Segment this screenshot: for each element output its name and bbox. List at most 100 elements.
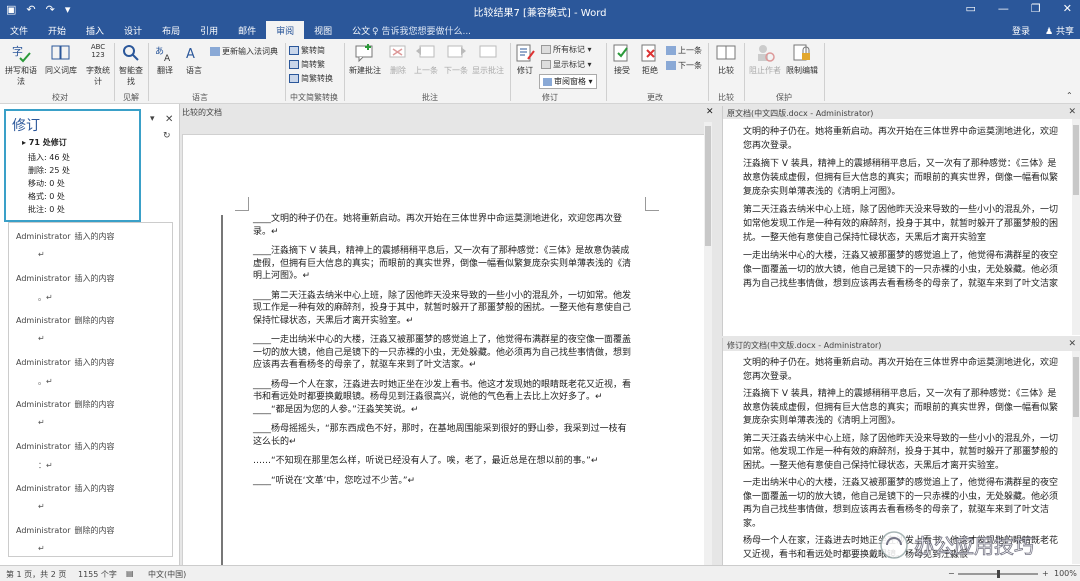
group-protect: 保护 bbox=[776, 93, 792, 102]
tab-3[interactable]: 设计 bbox=[114, 21, 152, 39]
svg-text:办公应用技巧: 办公应用技巧 bbox=[914, 534, 1034, 558]
svg-text:A: A bbox=[186, 47, 195, 62]
close-original-icon[interactable]: ✕ bbox=[1068, 107, 1076, 117]
ribbon-display-options-icon[interactable]: ▭ bbox=[966, 2, 976, 15]
delete-comment-button[interactable]: 删除 bbox=[386, 43, 410, 76]
revision-item[interactable]: Administrator 删除的内容 ↵ bbox=[9, 517, 172, 559]
scroll-thumb[interactable] bbox=[1073, 357, 1079, 417]
simp-trad-convert-button[interactable]: 简繁转换 bbox=[289, 73, 333, 84]
scroll-thumb[interactable] bbox=[1073, 125, 1079, 195]
tab-1[interactable]: 开始 bbox=[38, 21, 76, 39]
original-doc-text[interactable]: 文明的种子仍在。她将重新启动。再次开始在三体世界中命运莫测地进化，欢迎您再次登录… bbox=[743, 125, 1061, 295]
share-button[interactable]: ♟ 共享 bbox=[1045, 24, 1074, 37]
revision-item[interactable]: Administrator 删除的内容 ↵ bbox=[9, 307, 172, 349]
minimize-icon[interactable]: — bbox=[998, 2, 1009, 15]
block-authors-button[interactable]: 阻止作者 bbox=[748, 43, 782, 76]
paragraph: 第二天汪淼去纳米中心上班，除了因他昨天没来导致的一些小小的混乱外，一切如常。他发… bbox=[743, 433, 1059, 471]
revision-item[interactable]: Administrator 删除的内容 ↵ bbox=[9, 391, 172, 433]
revisions-pane: 修订 ▸ 71 处修订 插入: 46 处 删除: 25 处 移动: 0 处 格式… bbox=[0, 104, 180, 565]
scroll-thumb[interactable] bbox=[705, 126, 711, 246]
tab-0[interactable]: 文件 bbox=[0, 21, 38, 39]
revision-content: ↵ bbox=[38, 418, 45, 427]
group-language: 语言 bbox=[192, 93, 208, 102]
revision-item[interactable]: Administrator 插入的内容 。↵ bbox=[9, 265, 172, 307]
show-comments-button[interactable]: 显示批注 bbox=[470, 43, 506, 76]
tab-8[interactable]: 视图 bbox=[304, 21, 342, 39]
tab-4[interactable]: 布局 bbox=[152, 21, 190, 39]
ribbon-review: 字 拼写和语法 同义词库 ABC 123 字数统计 校对 智能查找 见解 あA … bbox=[0, 39, 1080, 104]
language-button[interactable]: A 语言 bbox=[182, 43, 206, 76]
update-ime-dictionary[interactable]: 更新输入法词典 bbox=[210, 46, 278, 57]
revision-author: Administrator bbox=[16, 316, 71, 325]
revised-doc-header: 修订的文档(中文版.docx - Administrator) ✕ bbox=[723, 338, 1080, 351]
tab-2[interactable]: 插入 bbox=[76, 21, 114, 39]
revisions-list: Administrator 插入的内容 ↵ Administrator 插入的内容 。↵ A… bbox=[8, 222, 173, 557]
display-for-review-dropdown[interactable]: 所有标记 ▾ bbox=[541, 44, 592, 55]
previous-comment-icon bbox=[416, 45, 435, 58]
group-compare: 比较 bbox=[718, 93, 734, 102]
spelling-grammar-button[interactable]: 字 拼写和语法 bbox=[4, 43, 38, 87]
previous-comment-button[interactable]: 上一条 bbox=[412, 43, 440, 76]
next-change-button[interactable]: 下一条 bbox=[666, 60, 702, 71]
thesaurus-button[interactable]: 同义词库 bbox=[44, 43, 78, 76]
paragraph: 文明的种子仍在。她将重新启动。再次开始在三体世界中命运莫测地进化，欢迎您再次登录… bbox=[743, 358, 1059, 382]
page-indicator[interactable]: 第 1 页，共 2 页 bbox=[6, 569, 66, 580]
refresh-icon[interactable]: ↻ bbox=[163, 131, 171, 141]
reject-button[interactable]: 拒绝 bbox=[638, 43, 662, 76]
zoom-in-icon[interactable]: + bbox=[1042, 569, 1049, 578]
close-revised-icon[interactable]: ✕ bbox=[1068, 339, 1076, 349]
collapse-ribbon-icon[interactable]: ⌃ bbox=[1066, 91, 1073, 100]
show-markup-dropdown[interactable]: 显示标记 ▾ bbox=[541, 59, 592, 70]
restrict-editing-button[interactable]: 限制编辑 bbox=[784, 43, 820, 76]
word-count[interactable]: 1155 个字 bbox=[78, 569, 117, 580]
ribbon-tabs-row: 文件 开始 插入 设计 布局 引用 邮件 审阅 视图 公文 ♀ 告诉我您想要做什么... 登录 ♟… bbox=[0, 21, 1080, 39]
zoom-level[interactable]: 100% bbox=[1054, 569, 1077, 578]
compare-icon bbox=[716, 45, 736, 60]
proofing-status-icon[interactable]: ▤ bbox=[126, 569, 134, 578]
revision-item[interactable]: Administrator 插入的内容 。↵ bbox=[9, 349, 172, 391]
revision-action: 插入的内容 bbox=[74, 358, 115, 367]
zoom-slider-knob[interactable] bbox=[997, 570, 1000, 578]
revision-item[interactable]: Administrator 插入的内容 ：↵ bbox=[9, 433, 172, 475]
formatting-count: 格式: 0 处 bbox=[28, 192, 65, 201]
revision-item[interactable]: Administrator 插入的内容 ↵ bbox=[9, 475, 172, 517]
revision-author: Administrator bbox=[16, 526, 71, 535]
close-pane-icon[interactable]: ✕ bbox=[165, 114, 173, 125]
accept-button[interactable]: 接受 bbox=[610, 43, 634, 76]
paragraph: 文明的种子仍在。她将重新启动。再次开始在三体世界中命运莫测地进化，欢迎您再次登录… bbox=[743, 127, 1059, 151]
group-separator bbox=[606, 43, 607, 101]
revision-item[interactable]: Administrator 插入的内容 ↵ bbox=[9, 223, 172, 265]
close-compared-icon[interactable]: ✕ bbox=[706, 107, 714, 117]
zoom-slider[interactable] bbox=[958, 570, 1038, 578]
compared-scrollbar[interactable] bbox=[704, 122, 712, 565]
next-comment-button[interactable]: 下一条 bbox=[442, 43, 470, 76]
previous-change-button[interactable]: 上一条 bbox=[666, 45, 702, 56]
zoom-out-icon[interactable]: − bbox=[948, 569, 955, 578]
tab-7[interactable]: 审阅 bbox=[266, 21, 305, 39]
simp-to-trad-button[interactable]: 简转繁 bbox=[289, 59, 325, 70]
tell-me-search[interactable]: ♀ 告诉我您想要做什么... bbox=[372, 24, 471, 37]
reviewing-pane-dropdown[interactable]: 审阅窗格 ▾ bbox=[539, 74, 597, 89]
revisions-count[interactable]: ▸ 71 处修订 bbox=[22, 137, 133, 148]
smart-lookup-button[interactable]: 智能查找 bbox=[117, 43, 145, 87]
restore-icon[interactable]: ❐ bbox=[1031, 2, 1041, 15]
compared-doc-text[interactable]: ____文明的种子仍在。她将重新启动。再次开始在三体世界中命运莫测地进化，欢迎您… bbox=[253, 213, 631, 494]
compare-button[interactable]: 比较 bbox=[712, 43, 740, 76]
pane-options-icon[interactable]: ▾ bbox=[150, 114, 155, 124]
original-scrollbar[interactable] bbox=[1072, 119, 1080, 335]
revision-action: 插入的内容 bbox=[74, 442, 115, 451]
tab-5[interactable]: 引用 bbox=[190, 21, 228, 39]
revision-action: 删除的内容 bbox=[74, 316, 115, 325]
svg-text:A: A bbox=[164, 54, 171, 63]
track-changes-button[interactable]: 修订 bbox=[513, 43, 537, 76]
word-count-button[interactable]: ABC 123 字数统计 bbox=[84, 43, 112, 87]
svg-text:あ: あ bbox=[155, 46, 164, 57]
sign-in-link[interactable]: 登录 bbox=[1012, 24, 1030, 37]
language-indicator[interactable]: 中文(中国) bbox=[148, 569, 186, 580]
translate-button[interactable]: あA 翻译 bbox=[152, 43, 178, 76]
close-icon[interactable]: ✕ bbox=[1063, 2, 1072, 15]
trad-to-simp-button[interactable]: 繁转简 bbox=[289, 45, 325, 56]
paragraph: 第二天汪淼去纳米中心上班，除了因他昨天没来导致的一些小小的混乱外，一切如常他发现… bbox=[743, 205, 1059, 243]
tab-6[interactable]: 邮件 bbox=[228, 21, 266, 39]
new-comment-button[interactable]: 新建批注 bbox=[348, 43, 382, 76]
